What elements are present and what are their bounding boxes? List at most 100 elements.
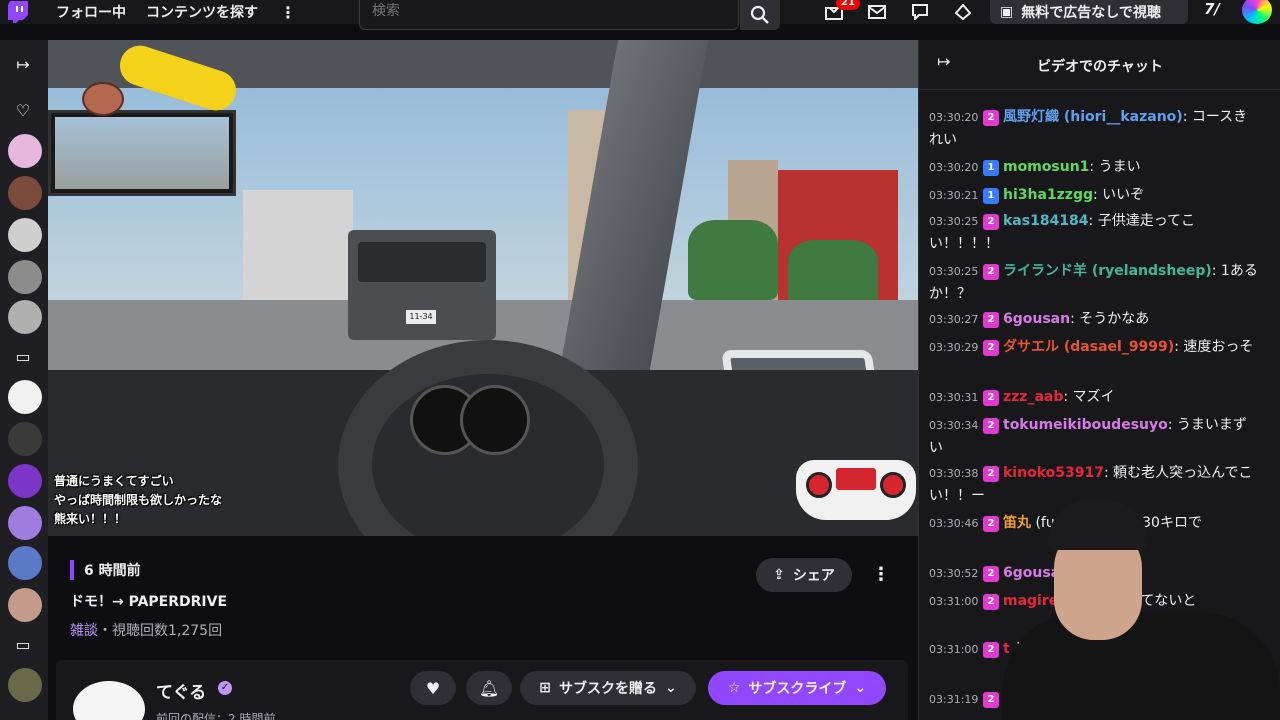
- channel-avatar[interactable]: [8, 506, 42, 540]
- sub-tier-badge-icon: 2: [983, 642, 999, 658]
- car-ahead: 11-34: [348, 230, 496, 340]
- chat-text: : いいぞ: [1093, 187, 1145, 203]
- chat-timestamp: 03:30:52: [929, 567, 979, 580]
- sub-tier-badge-icon: 2: [983, 264, 999, 280]
- channel-avatar[interactable]: [8, 300, 42, 334]
- sub-tier-badge-icon: 1: [983, 188, 999, 204]
- channel-avatar[interactable]: [8, 218, 42, 252]
- overlay-line: 熊来い！！！: [54, 512, 127, 526]
- chat-username[interactable]: 風野灯織 (hiori__kazano): [1003, 109, 1183, 125]
- gift-sub-label: サブスクを贈る: [559, 681, 657, 697]
- sub-tier-badge-icon: 2: [983, 692, 999, 708]
- chat-message: 03:30:25 2 ライランド羊 (ryelandsheep): 1あるか！？: [929, 260, 1259, 305]
- chat-username[interactable]: kas184184: [1003, 213, 1089, 229]
- category-link[interactable]: 雑談: [70, 623, 98, 639]
- channel-avatar[interactable]: [8, 260, 42, 294]
- gas-station: [243, 190, 353, 300]
- verified-icon: ✓: [218, 681, 232, 695]
- notification-bell-button[interactable]: 🔔︎: [466, 671, 512, 705]
- left-sidebar-collapsed: ↦ ♡ ▭ ▭: [0, 40, 48, 720]
- rearview-mirror: [48, 110, 236, 196]
- chat-message: 03:30:21 1 hi3ha1zzgg: いいぞ: [929, 184, 1259, 207]
- watch-without-ads-button[interactable]: ▣ 無料で広告なしで視聴: [990, 0, 1188, 24]
- channel-avatar[interactable]: [8, 380, 42, 414]
- sub-tier-badge-icon: 2: [983, 340, 999, 356]
- search-button[interactable]: [740, 0, 780, 30]
- channel-avatar[interactable]: [8, 668, 42, 702]
- channel-avatar[interactable]: [8, 546, 42, 580]
- gift-sub-button[interactable]: ⊞ サブスクを贈る ⌄: [520, 671, 696, 705]
- chat-message: 03:30:29 2 ダサエル (dasael_9999): 速度おっそ: [929, 336, 1259, 359]
- video-meta: 雑談・視聴回数1,275回: [70, 620, 222, 640]
- notification-count-badge: 21: [836, 0, 860, 10]
- view-count: ・視聴回数1,275回: [98, 623, 223, 639]
- twitch-logo-icon[interactable]: [0, 0, 36, 24]
- share-label: シェア: [792, 568, 835, 584]
- channel-avatar[interactable]: [8, 588, 42, 622]
- chat-username[interactable]: zzz_aab: [1003, 389, 1063, 405]
- follow-heart-button[interactable]: ♥: [410, 671, 456, 705]
- channel-avatar[interactable]: [8, 176, 42, 210]
- sub-tier-badge-icon: 2: [983, 390, 999, 406]
- sub-tier-badge-icon: 2: [983, 466, 999, 482]
- chat-header: ↦ ビデオでのチャット: [919, 40, 1280, 90]
- chat-message: 03:30:20 2 風野灯織 (hiori__kazano): コースきれい: [929, 106, 1259, 151]
- channel-avatar[interactable]: [70, 678, 148, 720]
- chat-timestamp: 03:30:31: [929, 391, 979, 404]
- chat-timestamp: 03:30:34: [929, 419, 979, 432]
- video-info-panel: 6 時間前 ドモ！→ PAPERDRIVE 雑談・視聴回数1,275回 ⇪ シェ…: [48, 536, 918, 720]
- video-player[interactable]: 11-34 普通にうまくてすごい やっぱ時間制限も欲しかったな 熊来い！！！: [48, 40, 918, 536]
- star-icon: ☆: [727, 680, 741, 696]
- channel-avatar[interactable]: [8, 464, 42, 498]
- search-input[interactable]: [372, 3, 732, 19]
- bell-icon: 🔔︎: [478, 678, 500, 698]
- chat-message: 03:30:25 2 kas184184: 子供達走ってこい！！！！: [929, 210, 1259, 255]
- nav-following[interactable]: フォロー中: [56, 2, 126, 22]
- chat-title: ビデオでのチャット: [1037, 59, 1163, 75]
- mail-icon[interactable]: [865, 2, 889, 22]
- chat-username[interactable]: ライランド羊 (ryelandsheep): [1003, 263, 1212, 279]
- chat-username[interactable]: hi3ha1zzgg: [1003, 187, 1093, 203]
- turbo-brand-icon[interactable]: 7/: [1204, 0, 1220, 18]
- overlay-line: やっぱ時間制限も欲しかったな: [54, 493, 223, 507]
- sub-tier-badge-icon: 2: [983, 418, 999, 434]
- game-tree: [688, 220, 778, 300]
- share-button[interactable]: ⇪ シェア: [756, 558, 852, 592]
- chat-username[interactable]: 6gousan: [1003, 311, 1070, 327]
- chat-timestamp: 03:30:25: [929, 215, 979, 228]
- chat-message: 03:30:27 2 6gousan: そうかなあ: [929, 308, 1259, 331]
- channel-avatar[interactable]: [8, 422, 42, 456]
- chat-timestamp: 03:30:20: [929, 111, 979, 124]
- subscribe-label: サブスクライブ: [748, 681, 847, 697]
- more-menu-icon[interactable]: ⋮: [280, 3, 296, 22]
- chat-username[interactable]: momosun1: [1003, 159, 1089, 175]
- heart-icon: ♥: [425, 678, 441, 698]
- chat-timestamp: 03:31:00: [929, 595, 979, 608]
- sub-tier-badge-icon: 2: [983, 214, 999, 230]
- chat-username[interactable]: tokumeikiboudesuyo: [1003, 417, 1168, 433]
- recommended-video-icon: ▭: [15, 346, 31, 366]
- search-icon: [750, 5, 769, 24]
- chat-username[interactable]: kinoko53917: [1003, 465, 1104, 481]
- search-box: [359, 0, 739, 30]
- chat-username[interactable]: ダサエル (dasael_9999): [1003, 339, 1174, 355]
- chat-message: 03:30:34 2 tokumeikiboudesuyo: うまいまずい: [929, 414, 1259, 459]
- subscribe-button[interactable]: ☆ サブスクライブ ⌄: [708, 671, 886, 705]
- sub-tier-badge-icon: 1: [983, 160, 999, 176]
- more-options-icon[interactable]: ⋮: [872, 564, 890, 585]
- bits-icon[interactable]: [951, 2, 975, 22]
- chat-timestamp: 03:31:00: [929, 643, 979, 656]
- channel-avatar[interactable]: [8, 134, 42, 168]
- last-stream-info: 前回の配信：2 時間前: [156, 712, 276, 720]
- expand-sidebar-icon[interactable]: ↦: [12, 54, 34, 74]
- license-plate: 11-34: [406, 310, 436, 324]
- streamer-webcam: [998, 500, 1280, 720]
- chat-timestamp: 03:30:29: [929, 341, 979, 354]
- chat-timestamp: 03:30:21: [929, 189, 979, 202]
- chat-text: : うまい: [1089, 159, 1141, 175]
- chat-timestamp: 03:30:20: [929, 161, 979, 174]
- nav-browse[interactable]: コンテンツを探す: [146, 2, 258, 22]
- whispers-icon[interactable]: [908, 2, 932, 22]
- channel-name[interactable]: てぐる: [156, 678, 206, 703]
- chat-text: : そうかなあ: [1070, 311, 1150, 327]
